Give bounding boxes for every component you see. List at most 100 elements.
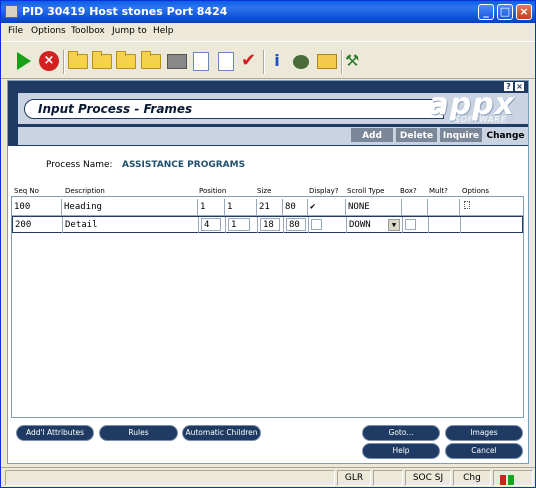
box-checkbox[interactable] [402,199,428,215]
close-panel-icon[interactable]: × [515,82,524,91]
position-row-input[interactable]: 4 [201,218,221,231]
process-name-label: Process Name: [46,160,113,170]
status-soc: SOC SJ [405,470,451,486]
red-light-icon [500,475,506,485]
logo-sub: SOFTWARE [454,115,507,124]
size-rows-input[interactable]: 18 [260,218,280,231]
box-cell[interactable] [403,217,429,233]
display-checkbox[interactable]: ✔ [308,199,346,215]
app-icon [5,5,18,18]
description-cell[interactable]: Heading [62,199,198,215]
toolbar: × ✔ i ⚒ [1,41,535,79]
position-row-cell[interactable]: 1 [198,199,225,215]
col-options: Options [462,187,490,195]
run-icon[interactable] [17,52,31,70]
folder-open-icon[interactable] [92,51,112,69]
scroll-type-cell[interactable]: NONE [346,199,402,215]
images-button[interactable]: Images [445,425,523,441]
app-window: PID 30419 Host stones Port 8424 _ □ × Fi… [0,0,536,488]
tv-icon[interactable] [167,54,187,69]
maximize-button[interactable]: □ [497,4,513,20]
status-message [5,470,335,486]
col-mult: Mult? [429,187,448,195]
window-title: PID 30419 Host stones Port 8424 [22,5,228,18]
options-cell[interactable] [461,217,524,233]
rules-button[interactable]: Rules [99,425,178,441]
position-row-cell[interactable]: 4 [199,217,226,233]
scroll-type-cell[interactable]: DOWN ▼ [347,217,403,233]
options-cell[interactable] [460,199,523,215]
col-seq-no: Seq No [14,187,39,195]
minimize-button[interactable]: _ [478,4,494,20]
col-display: Display? [309,187,339,195]
menu-toolbox[interactable]: Toolbox [71,26,105,36]
col-size: Size [257,187,272,195]
menu-bar: File Options Toolbox Jump to Help [1,23,535,40]
size-cols-input[interactable]: 80 [286,218,306,231]
toolbar-separator [263,50,265,74]
automatic-children-button[interactable]: Automatic Children [182,425,261,441]
status-bar: GLR SOC SJ Chg [1,467,535,487]
position-col-cell[interactable]: 1 [225,199,257,215]
seq-cell[interactable]: 100 [12,199,62,215]
addl-attributes-button[interactable]: Add'l Attributes [16,425,94,441]
mult-cell[interactable] [428,199,460,215]
document-view-icon[interactable] [193,52,209,71]
folder-new-icon[interactable] [68,51,88,69]
display-checkbox[interactable] [311,219,322,230]
change-action-button[interactable]: Change [484,127,527,143]
folder-delete-icon[interactable] [141,51,161,69]
status-blank [373,470,403,486]
size-rows-cell[interactable]: 21 [257,199,283,215]
toolbar-separator [341,50,343,74]
position-col-cell[interactable]: 1 [226,217,258,233]
tools-icon[interactable]: ⚒ [345,51,365,71]
open-folder-icon[interactable] [317,54,337,69]
table-row[interactable]: 100 Heading 1 1 21 80 ✔ NONE [12,199,523,216]
help-button[interactable]: Help [362,443,440,459]
bug-icon[interactable] [293,55,309,69]
description-cell[interactable]: Detail [63,217,199,233]
status-glr: GLR [337,470,371,486]
menu-file[interactable]: File [8,26,23,36]
display-cell[interactable] [309,217,347,233]
scroll-type-select[interactable]: DOWN [349,220,371,230]
position-col-input[interactable]: 1 [228,218,250,231]
process-name-value: ASSISTANCE PROGRAMS [122,160,246,170]
title-bar[interactable]: PID 30419 Host stones Port 8424 _ □ × [1,1,535,23]
checkmark-icon[interactable]: ✔ [241,51,261,71]
frames-table: 100 Heading 1 1 21 80 ✔ NONE 200 Detail … [11,196,524,418]
info-icon[interactable]: i [267,51,287,71]
mult-cell[interactable] [429,217,461,233]
menu-help[interactable]: Help [153,26,174,36]
table-row-selected[interactable]: 200 Detail 4 1 18 80 DOWN ▼ [12,216,523,233]
client-area: ? × Input Process - Frames appx SOFTWARE… [7,80,529,464]
goto-button[interactable]: Goto... [362,425,440,441]
toolbar-separator [63,50,65,74]
size-cols-cell[interactable]: 80 [284,217,309,233]
stop-icon[interactable]: × [39,51,59,71]
panel-header: ? × Input Process - Frames appx SOFTWARE… [8,81,528,146]
appx-logo: appx SOFTWARE [378,87,523,124]
chevron-down-icon[interactable]: ▼ [388,219,400,231]
add-action-button[interactable]: Add [350,127,394,143]
close-button[interactable]: × [516,4,532,20]
size-cols-cell[interactable]: 80 [283,199,308,215]
folder-edit-icon[interactable] [116,51,136,69]
col-description: Description [65,187,105,195]
size-rows-cell[interactable]: 18 [258,217,284,233]
document-search-icon[interactable] [218,52,234,71]
status-lights [493,470,533,486]
box-checkbox[interactable] [405,219,416,230]
cancel-button[interactable]: Cancel [445,443,523,459]
inquire-action-button[interactable]: Inquire [439,127,483,143]
delete-action-button[interactable]: Delete [395,127,438,143]
col-position: Position [199,187,227,195]
menu-options[interactable]: Options [31,26,66,36]
menu-jump-to[interactable]: Jump to [112,26,147,36]
page-title: Input Process - Frames [38,102,193,116]
green-light-icon [508,475,514,485]
col-scroll-type: Scroll Type [347,187,385,195]
seq-cell[interactable]: 200 [13,217,63,233]
options-icon [464,201,470,209]
